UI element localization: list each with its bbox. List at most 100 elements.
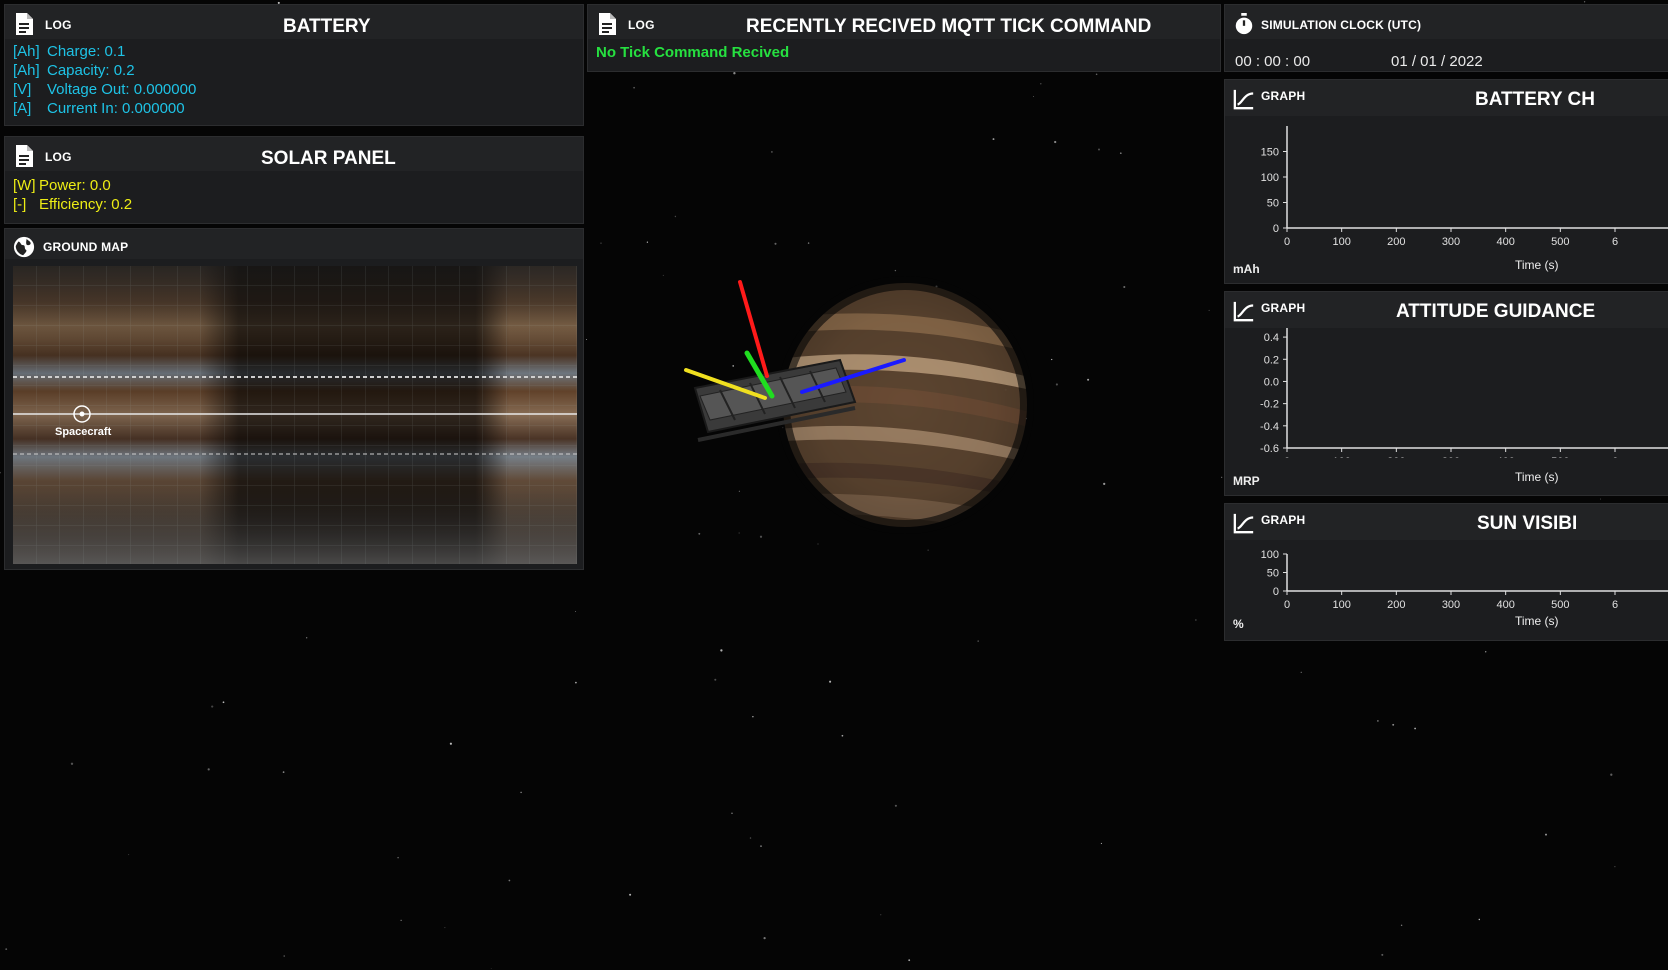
x-tick-label: 500: [1551, 236, 1569, 246]
y-tick-label: 0: [1273, 223, 1279, 235]
x-tick-label: 6: [1612, 456, 1618, 458]
solar-panel-header: LOG SOLAR PANEL: [5, 137, 583, 171]
y-tick-label: 50: [1267, 568, 1279, 580]
battery-row-capacity: [Ah] Capacity: 0.2: [13, 62, 135, 79]
star: [520, 791, 522, 794]
y-tick-label: 0.4: [1264, 332, 1279, 344]
star: [720, 649, 723, 652]
graph-icon: [1233, 301, 1254, 322]
star: [222, 701, 225, 704]
ground-map-canvas[interactable]: Spacecraft: [13, 266, 577, 564]
y-tick-label: 0: [1273, 586, 1279, 598]
star: [1377, 720, 1379, 722]
mqtt-log-tag: LOG: [628, 18, 655, 32]
simulation-clock-panel: SIMULATION CLOCK (UTC) 00 : 00 : 00 01 /…: [1224, 4, 1668, 72]
star: [1208, 309, 1210, 311]
star: [508, 879, 511, 882]
spacecraft-marker-label: Spacecraft: [55, 426, 112, 438]
star: [829, 680, 832, 683]
battery-graph-xlabel: Time (s): [1515, 258, 1559, 272]
x-tick-label: 100: [1332, 599, 1350, 610]
graph-icon: [1233, 89, 1254, 110]
star: [5, 948, 8, 950]
mqtt-title: RECENTLY RECIVED MQTT TICK COMMAND: [746, 16, 1152, 37]
globe-icon: [13, 236, 35, 258]
x-tick-label: 400: [1496, 456, 1514, 458]
mqtt-panel: LOG RECENTLY RECIVED MQTT TICK COMMAND N…: [587, 4, 1221, 72]
star: [908, 959, 911, 962]
document-icon: [16, 13, 33, 35]
star: [1610, 773, 1613, 776]
star: [1400, 924, 1403, 927]
mqtt-panel-header: LOG RECENTLY RECIVED MQTT TICK COMMAND: [588, 5, 1220, 39]
x-tick-label: 100: [1332, 456, 1350, 458]
star: [575, 681, 577, 684]
y-tick-label: 0.2: [1264, 354, 1279, 366]
battery-graph-panel: GRAPH BATTERY CH 0 50 100 150 0 100 200 300 400 5…: [1224, 79, 1668, 284]
y-tick-label: 100: [1261, 549, 1279, 561]
solar-row-power: [W] Power: 0.0: [13, 177, 111, 194]
battery-row-voltage: [V] Voltage Out: 0.000000: [13, 81, 197, 98]
document-icon: [16, 145, 33, 167]
x-tick-label: 0: [1284, 456, 1290, 458]
sun-graph-xlabel: Time (s): [1515, 614, 1559, 628]
sun-graph-unit: %: [1233, 617, 1244, 631]
battery-title: BATTERY: [283, 16, 371, 37]
clock-time: 00 : 00 : 00: [1235, 53, 1311, 70]
star: [714, 678, 717, 681]
star: [128, 854, 130, 856]
attitude-graph-header: GRAPH ATTITUDE GUIDANCE: [1225, 292, 1668, 328]
clock-panel-header: SIMULATION CLOCK (UTC): [1225, 5, 1668, 39]
star: [763, 936, 766, 940]
star: [1100, 842, 1102, 845]
battery-graph-unit: mAh: [1233, 262, 1260, 276]
star: [282, 771, 285, 773]
star: [306, 637, 308, 639]
star: [841, 734, 844, 737]
star: [731, 812, 733, 815]
solar-log-tag: LOG: [45, 150, 72, 164]
sun-graph-tag: GRAPH: [1261, 513, 1306, 527]
battery-graph-header: GRAPH BATTERY CH: [1225, 80, 1668, 116]
star: [749, 837, 752, 839]
document-icon: [599, 13, 616, 35]
attitude-graph-unit: MRP: [1233, 474, 1260, 488]
x-tick-label: 200: [1387, 456, 1405, 458]
ground-map-header: GROUND MAP: [5, 229, 583, 259]
y-tick-label: 100: [1261, 172, 1279, 184]
star: [977, 640, 979, 642]
battery-graph-title: BATTERY CH: [1475, 89, 1595, 110]
battery-row-charge: [Ah] Charge: 0.1: [13, 43, 126, 60]
attitude-graph-tag: GRAPH: [1261, 301, 1306, 315]
3d-viewport[interactable]: [600, 70, 1200, 630]
x-tick-label: 400: [1496, 599, 1514, 610]
star: [1485, 651, 1487, 653]
mqtt-status: No Tick Command Recived: [596, 44, 790, 61]
star: [586, 339, 588, 341]
star: [1545, 833, 1547, 836]
star: [490, 968, 492, 970]
x-tick-label: 500: [1551, 456, 1569, 458]
attitude-graph-title: ATTITUDE GUIDANCE: [1396, 301, 1596, 322]
star: [629, 893, 632, 896]
x-tick-label: 0: [1284, 599, 1290, 610]
star: [894, 804, 897, 807]
x-tick-label: 0: [1284, 236, 1290, 246]
star: [211, 705, 214, 708]
x-tick-label: 300: [1442, 236, 1460, 246]
star: [449, 742, 452, 745]
battery-panel-header: LOG BATTERY: [5, 5, 583, 39]
battery-log-tag: LOG: [45, 18, 72, 32]
star: [1478, 918, 1481, 921]
ground-map-panel: GROUND MAP Spacecraft: [4, 228, 584, 570]
x-tick-label: 400: [1496, 236, 1514, 246]
star: [760, 845, 762, 847]
stopwatch-icon: [1235, 13, 1253, 35]
battery-row-current: [A] Current In: 0.000000: [13, 100, 185, 117]
solar-row-efficiency: [-] Efficiency: 0.2: [13, 196, 133, 213]
star: [575, 611, 577, 612]
x-tick-label: 300: [1442, 456, 1460, 458]
x-tick-label: 200: [1387, 236, 1405, 246]
star: [1583, 1, 1586, 3]
star: [1392, 723, 1395, 726]
